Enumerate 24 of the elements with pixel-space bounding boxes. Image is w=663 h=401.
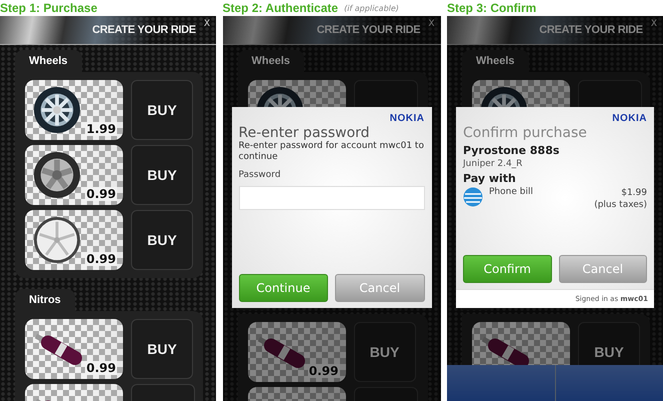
step-heading: Step 1: Purchase <box>0 1 98 15</box>
product-price: 0.99 <box>85 252 117 266</box>
dialog-title: Confirm purchase <box>463 125 588 141</box>
brand-logo: NOKIA <box>612 113 647 124</box>
step-heading: Step 2: Authenticate <box>222 1 338 15</box>
step-note: (if applicable) <box>344 4 399 12</box>
product-price: 0.99 <box>85 187 117 201</box>
app-title: CREATE YOUR RIDE <box>92 24 196 36</box>
dialog-title: Re-enter password <box>238 125 371 141</box>
product-price: 0.99 <box>308 364 340 378</box>
product-price: 0.99 <box>85 361 117 375</box>
vendor-name: Juniper 2.4_R <box>463 159 524 169</box>
price: $1.99 <box>620 187 647 199</box>
app-title: CREATE YOUR RIDE <box>316 24 420 36</box>
payment-method: Phone bill <box>489 187 534 199</box>
product-price: 1.99 <box>85 122 117 136</box>
field-label: Password <box>238 170 282 180</box>
brand-logo: NOKIA <box>390 113 424 124</box>
tax-note: (plus taxes) <box>594 199 647 211</box>
product-name: Pyrostone 888s <box>463 144 560 157</box>
dialog-message: Re-enter password for account mwc01 to continue <box>238 141 424 163</box>
app-title: CREATE YOUR RIDE <box>539 24 643 36</box>
step-heading: Step 3: Confirm <box>447 1 536 15</box>
payment-heading: Pay with <box>463 172 517 185</box>
